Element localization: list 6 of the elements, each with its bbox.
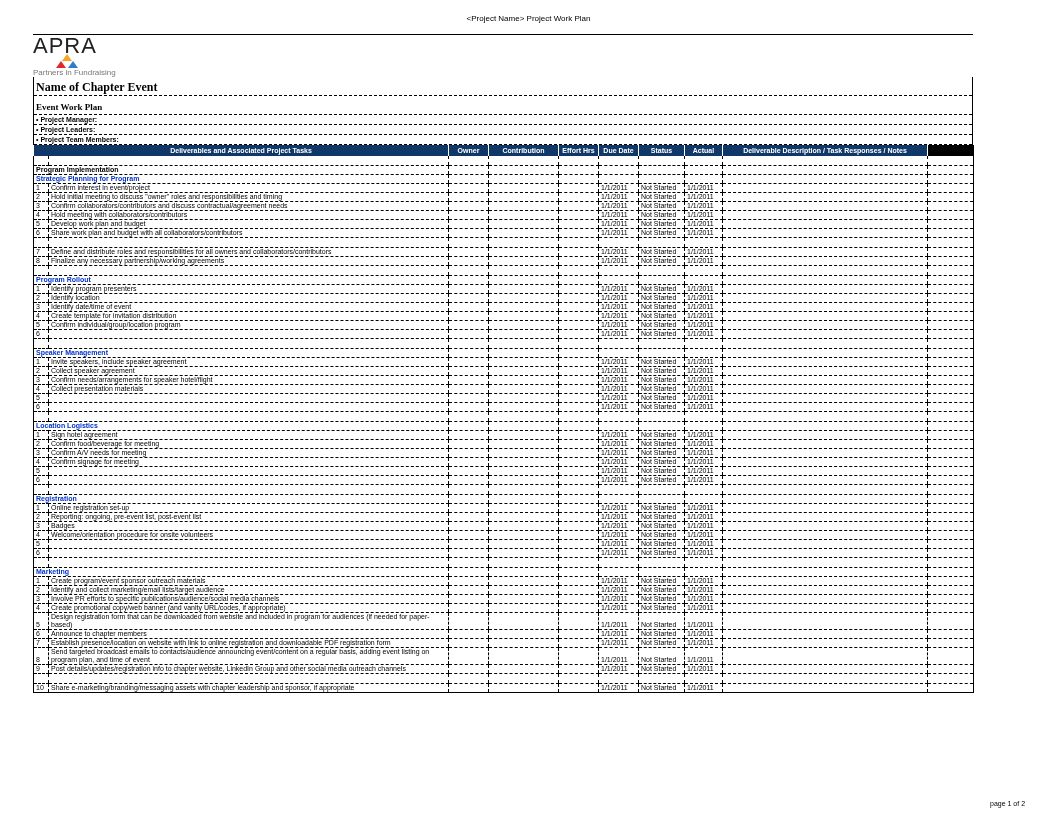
event-title: Name of Chapter Event — [36, 80, 158, 94]
logo-wordmark: APRA — [33, 35, 97, 56]
triangles-logo-icon — [55, 54, 79, 68]
logo-tagline: Partners in Fundraising — [33, 68, 116, 77]
plan-title: Event Work Plan — [36, 102, 103, 112]
page-header: <Project Name> Project Work Plan — [466, 14, 591, 23]
